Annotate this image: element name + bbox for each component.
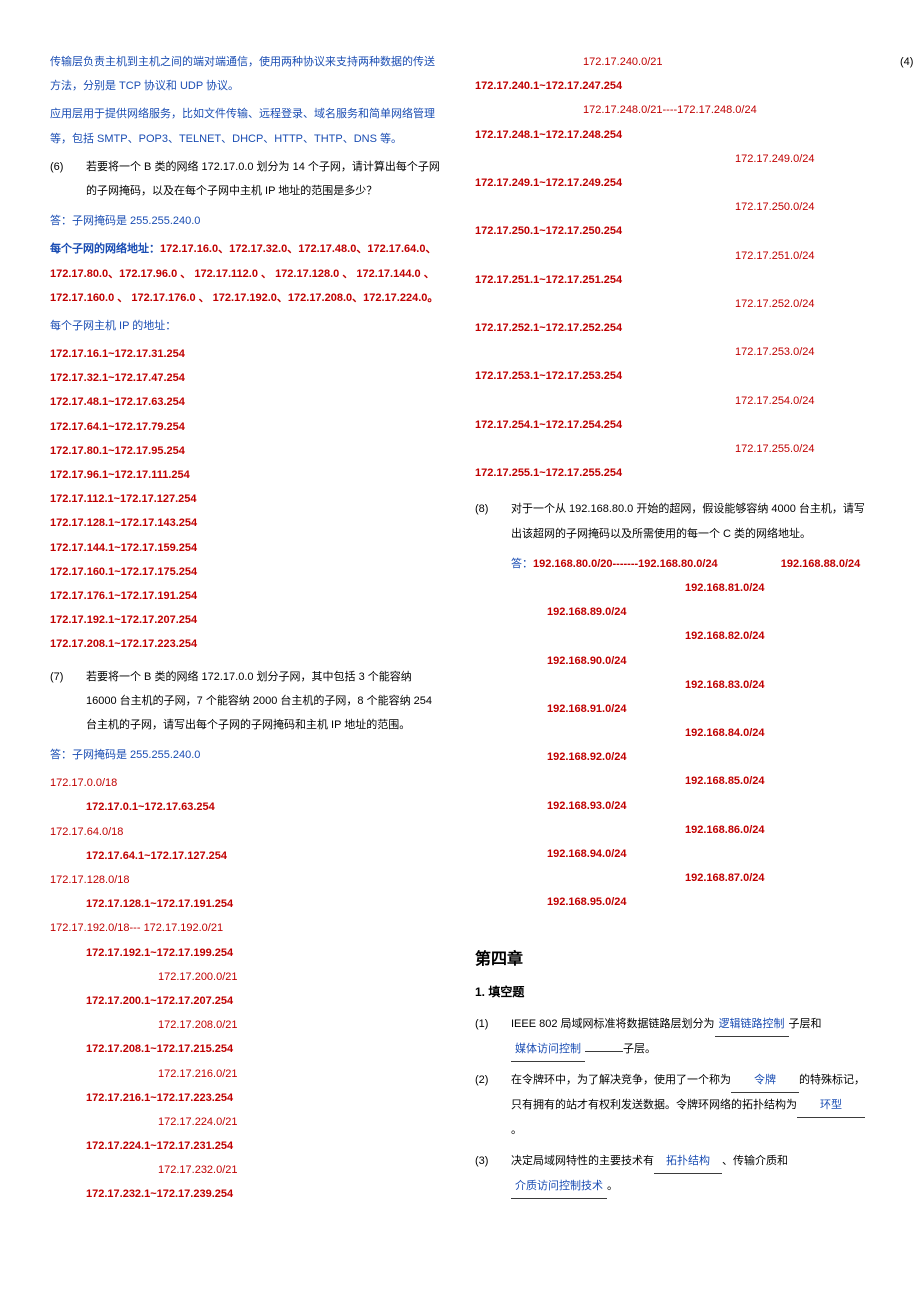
q7-answer-lead: 答：子网掩码是 255.255.240.0 (50, 743, 445, 767)
q8-net: 192.168.93.0/24 (475, 794, 870, 818)
q7-range: 172.17.251.1~172.17.251.254 (475, 268, 870, 292)
q7-subnet: 172.17.253.0/24 (475, 340, 870, 364)
q7-range: 172.17.250.1~172.17.250.254 (475, 219, 870, 243)
q6-subnets: 每个子网的网络地址：172.17.16.0、172.17.32.0、172.17… (50, 237, 445, 310)
q6-range: 172.17.96.1~172.17.111.254 (50, 463, 445, 487)
intro-p2: 应用层用于提供网络服务，比如文件传输、远程登录、域名服务和简单网络管理等，包括 … (50, 102, 445, 150)
q6-range: 172.17.80.1~172.17.95.254 (50, 439, 445, 463)
q7-subnet: 172.17.252.0/24 (475, 292, 870, 316)
q6-answer-lead: 答：子网掩码是 255.255.240.0 (50, 209, 445, 233)
section-fill: 1. 填空题 (475, 983, 870, 1000)
q7-range: 172.17.0.1~172.17.63.254 (50, 795, 445, 819)
fill-3-blank-2[interactable]: 介质访问控制技术 (511, 1174, 607, 1199)
fill-3: (3) 决定局域网特性的主要技术有 拓扑结构 、传输介质和介质访问控制技术。 (475, 1149, 870, 1199)
q8-net: 192.168.92.0/24 (475, 745, 870, 769)
q7-subnet: 172.17.128.0/18 (50, 868, 445, 892)
q7-range: 172.17.192.1~172.17.199.254 (50, 941, 445, 965)
q7-subnet: 172.17.240.0/21 (475, 50, 870, 74)
q8-net: 192.168.82.0/24 (475, 624, 870, 648)
fill-1-blank-1[interactable]: 逻辑链路控制 (715, 1012, 789, 1037)
q7-range: 172.17.248.1~172.17.248.254 (475, 123, 870, 147)
q7-range: 172.17.253.1~172.17.253.254 (475, 364, 870, 388)
q7-range: 172.17.252.1~172.17.252.254 (475, 316, 870, 340)
q8-net: 192.168.81.0/24 (475, 576, 870, 600)
q6-range: 172.17.16.1~172.17.31.254 (50, 342, 445, 366)
q8-num: (8) (475, 497, 511, 545)
q6-range: 172.17.32.1~172.17.47.254 (50, 366, 445, 390)
q7-subnet: 172.17.250.0/24 (475, 195, 870, 219)
q7-subnet: 172.17.249.0/24 (475, 147, 870, 171)
chapter-4-title: 第四章 (475, 945, 870, 969)
q8-net: 192.168.87.0/24 (475, 866, 870, 890)
q8-net: 192.168.94.0/24 (475, 842, 870, 866)
q6-range: 172.17.64.1~172.17.79.254 (50, 415, 445, 439)
q7-range: 172.17.255.1~172.17.255.254 (475, 461, 870, 485)
fill-4: (4) 载波监听多路访问/冲突检测的原理可以概括为 先听后发 、 边听边发、冲突… (900, 50, 920, 100)
q7-range: 172.17.128.1~172.17.191.254 (50, 892, 445, 916)
q6-range: 172.17.160.1~172.17.175.254 (50, 560, 445, 584)
fill-1: (1) IEEE 802 局域网标准将数据链路层划分为 逻辑链路控制 子层和媒体… (475, 1012, 870, 1062)
q7-range: 172.17.64.1~172.17.127.254 (50, 844, 445, 868)
fill-2-blank-1[interactable]: 令牌 (731, 1068, 799, 1093)
q7-range: 172.17.208.1~172.17.215.254 (50, 1037, 445, 1061)
q7-text: 若要将一个 B 类的网络 172.17.0.0 划分子网，其中包括 3 个能容纳… (86, 665, 445, 738)
q7-range: 172.17.240.1~172.17.247.254 (475, 74, 870, 98)
q8-net: 192.168.85.0/24 (475, 769, 870, 793)
q6-range: 172.17.208.1~172.17.223.254 (50, 632, 445, 656)
q8-net: 192.168.95.0/24 (475, 890, 870, 914)
q7-subnet: 172.17.254.0/24 (475, 389, 870, 413)
q8-net: 192.168.90.0/24 (475, 649, 870, 673)
q7-subnet: 172.17.216.0/21 (50, 1062, 445, 1086)
fill-2: (2) 在令牌环中，为了解决竞争，使用了一个称为 令牌 的特殊标记，只有拥有的站… (475, 1068, 870, 1143)
q7-subnet: 172.17.208.0/21 (50, 1013, 445, 1037)
q6-range: 172.17.112.1~172.17.127.254 (50, 487, 445, 511)
q6-range: 172.17.128.1~172.17.143.254 (50, 511, 445, 535)
q7-subnet: 172.17.224.0/21 (50, 1110, 445, 1134)
q7-range: 172.17.249.1~172.17.249.254 (475, 171, 870, 195)
q7-range: 172.17.216.1~172.17.223.254 (50, 1086, 445, 1110)
q8-answer-first: 答：192.168.80.0/20-------192.168.80.0/24 … (475, 552, 870, 576)
q7-range: 172.17.232.1~172.17.239.254 (50, 1182, 445, 1206)
q6-host-lead: 每个子网主机 IP 的地址： (50, 314, 445, 338)
q7-subnet: 172.17.251.0/24 (475, 244, 870, 268)
fill-2-blank-2[interactable]: 环型 (797, 1093, 865, 1118)
q8-text: 对于一个从 192.168.80.0 开始的超网，假设能够容纳 4000 台主机… (511, 497, 870, 545)
q6-text: 若要将一个 B 类的网络 172.17.0.0 划分为 14 个子网，请计算出每… (86, 155, 445, 203)
q8-net: 192.168.86.0/24 (475, 818, 870, 842)
q7-range: 172.17.254.1~172.17.254.254 (475, 413, 870, 437)
q7-range: 172.17.200.1~172.17.207.254 (50, 989, 445, 1013)
fill-3-blank-1[interactable]: 拓扑结构 (654, 1149, 722, 1174)
q6-range: 172.17.48.1~172.17.63.254 (50, 390, 445, 414)
question-8: (8) 对于一个从 192.168.80.0 开始的超网，假设能够容纳 4000… (475, 497, 870, 545)
q7-subnet: 172.17.255.0/24 (475, 437, 870, 461)
q7-subnet: 172.17.232.0/21 (50, 1158, 445, 1182)
q8-net: 192.168.83.0/24 (475, 673, 870, 697)
intro-p1: 传输层负责主机到主机之间的端对端通信，使用两种协议来支持两种数据的传送方法，分别… (50, 50, 445, 98)
question-7: (7) 若要将一个 B 类的网络 172.17.0.0 划分子网，其中包括 3 … (50, 665, 445, 738)
q7-subnet: 172.17.248.0/21----172.17.248.0/24 (475, 98, 870, 122)
q6-range: 172.17.144.1~172.17.159.254 (50, 536, 445, 560)
q7-subnet: 172.17.200.0/21 (50, 965, 445, 989)
q7-subnet: 172.17.64.0/18 (50, 820, 445, 844)
q7-subnet: 172.17.192.0/18--- 172.17.192.0/21 (50, 916, 445, 940)
q7-range: 172.17.224.1~172.17.231.254 (50, 1134, 445, 1158)
q6-range: 172.17.176.1~172.17.191.254 (50, 584, 445, 608)
q6-range: 172.17.192.1~172.17.207.254 (50, 608, 445, 632)
q8-net: 192.168.89.0/24 (475, 600, 870, 624)
q7-subnet: 172.17.0.0/18 (50, 771, 445, 795)
q8-net: 192.168.91.0/24 (475, 697, 870, 721)
q7-num: (7) (50, 665, 86, 738)
q6-num: (6) (50, 155, 86, 203)
fill-1-blank-2[interactable]: 媒体访问控制 (511, 1037, 585, 1062)
question-6: (6) 若要将一个 B 类的网络 172.17.0.0 划分为 14 个子网，请… (50, 155, 445, 203)
q8-net: 192.168.84.0/24 (475, 721, 870, 745)
